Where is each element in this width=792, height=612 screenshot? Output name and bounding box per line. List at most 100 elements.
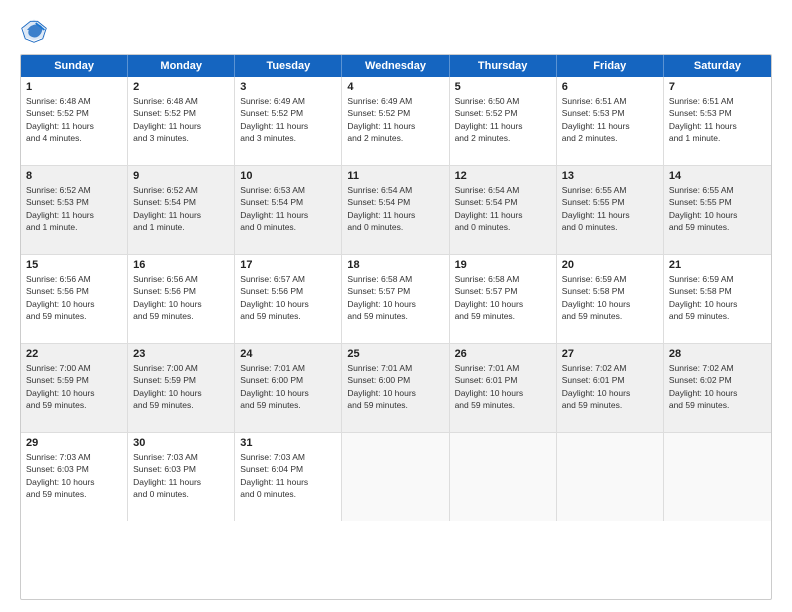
day-cell-31: 31 Sunrise: 7:03 AMSunset: 6:04 PMDayligh…	[235, 433, 342, 521]
day-info: Sunrise: 7:01 AMSunset: 6:00 PMDaylight:…	[347, 362, 443, 411]
calendar-body: 1 Sunrise: 6:48 AMSunset: 5:52 PMDaylight…	[21, 77, 771, 521]
day-info: Sunrise: 6:53 AMSunset: 5:54 PMDaylight:…	[240, 184, 336, 233]
week-row-1: 1 Sunrise: 6:48 AMSunset: 5:52 PMDaylight…	[21, 77, 771, 166]
day-info: Sunrise: 6:48 AMSunset: 5:52 PMDaylight:…	[26, 95, 122, 144]
day-cell-28: 28 Sunrise: 7:02 AMSunset: 6:02 PMDayligh…	[664, 344, 771, 432]
header-day-friday: Friday	[557, 55, 664, 77]
day-cell-6: 6Sunrise: 6:51 AMSunset: 5:53 PMDaylight…	[557, 77, 664, 165]
day-info: Sunrise: 6:52 AMSunset: 5:53 PMDaylight:…	[26, 184, 122, 233]
day-cell-1: 1 Sunrise: 6:48 AMSunset: 5:52 PMDaylight…	[21, 77, 128, 165]
day-info: Sunrise: 7:02 AMSunset: 6:02 PMDaylight:…	[669, 362, 766, 411]
day-cell-13: 13 Sunrise: 6:55 AMSunset: 5:55 PMDayligh…	[557, 166, 664, 254]
day-cell-27: 27Sunrise: 7:02 AMSunset: 6:01 PMDayligh…	[557, 344, 664, 432]
day-info: Sunrise: 6:48 AMSunset: 5:52 PMDaylight:…	[133, 95, 229, 144]
day-number: 12	[455, 170, 551, 182]
day-info: Sunrise: 6:56 AMSunset: 5:56 PMDaylight:…	[26, 273, 122, 322]
day-cell-19: 19Sunrise: 6:58 AMSunset: 5:57 PMDayligh…	[450, 255, 557, 343]
day-number: 18	[347, 259, 443, 271]
calendar: SundayMondayTuesdayWednesdayThursdayFrid…	[20, 54, 772, 600]
day-cell-24: 24 Sunrise: 7:01 AMSunset: 6:00 PMDayligh…	[235, 344, 342, 432]
day-info: Sunrise: 6:51 AMSunset: 5:53 PMDaylight:…	[562, 95, 658, 144]
day-cell-21: 21 Sunrise: 6:59 AMSunset: 5:58 PMDayligh…	[664, 255, 771, 343]
header-day-tuesday: Tuesday	[235, 55, 342, 77]
day-number: 29	[26, 437, 122, 449]
day-cell-5: 5 Sunrise: 6:50 AMSunset: 5:52 PMDaylight…	[450, 77, 557, 165]
logo	[20, 16, 52, 44]
day-cell-12: 12 Sunrise: 6:54 AMSunset: 5:54 PMDayligh…	[450, 166, 557, 254]
day-info: Sunrise: 6:54 AMSunset: 5:54 PMDaylight:…	[455, 184, 551, 233]
week-row-2: 8 Sunrise: 6:52 AMSunset: 5:53 PMDaylight…	[21, 166, 771, 255]
day-cell-18: 18Sunrise: 6:58 AMSunset: 5:57 PMDayligh…	[342, 255, 449, 343]
day-cell-17: 17 Sunrise: 6:57 AMSunset: 5:56 PMDayligh…	[235, 255, 342, 343]
day-number: 23	[133, 348, 229, 360]
day-number: 11	[347, 170, 443, 182]
page: SundayMondayTuesdayWednesdayThursdayFrid…	[0, 0, 792, 612]
day-cell-26: 26Sunrise: 7:01 AMSunset: 6:01 PMDayligh…	[450, 344, 557, 432]
day-number: 2	[133, 81, 229, 93]
day-info: Sunrise: 7:01 AMSunset: 6:01 PMDaylight:…	[455, 362, 551, 411]
day-number: 31	[240, 437, 336, 449]
week-row-3: 15 Sunrise: 6:56 AMSunset: 5:56 PMDayligh…	[21, 255, 771, 344]
day-cell-8: 8 Sunrise: 6:52 AMSunset: 5:53 PMDaylight…	[21, 166, 128, 254]
day-number: 28	[669, 348, 766, 360]
day-number: 9	[133, 170, 229, 182]
day-info: Sunrise: 6:55 AMSunset: 5:55 PMDaylight:…	[669, 184, 766, 233]
empty-cell	[342, 433, 449, 521]
day-info: Sunrise: 7:00 AMSunset: 5:59 PMDaylight:…	[26, 362, 122, 411]
day-number: 24	[240, 348, 336, 360]
day-number: 21	[669, 259, 766, 271]
day-cell-22: 22Sunrise: 7:00 AMSunset: 5:59 PMDayligh…	[21, 344, 128, 432]
week-row-5: 29 Sunrise: 7:03 AMSunset: 6:03 PMDayligh…	[21, 433, 771, 521]
day-info: Sunrise: 6:59 AMSunset: 5:58 PMDaylight:…	[669, 273, 766, 322]
day-number: 5	[455, 81, 551, 93]
day-number: 13	[562, 170, 658, 182]
day-cell-16: 16 Sunrise: 6:56 AMSunset: 5:56 PMDayligh…	[128, 255, 235, 343]
day-info: Sunrise: 6:58 AMSunset: 5:57 PMDaylight:…	[455, 273, 551, 322]
day-cell-4: 4 Sunrise: 6:49 AMSunset: 5:52 PMDaylight…	[342, 77, 449, 165]
day-info: Sunrise: 6:57 AMSunset: 5:56 PMDaylight:…	[240, 273, 336, 322]
day-info: Sunrise: 6:51 AMSunset: 5:53 PMDaylight:…	[669, 95, 766, 144]
header	[20, 16, 772, 44]
day-cell-15: 15 Sunrise: 6:56 AMSunset: 5:56 PMDayligh…	[21, 255, 128, 343]
day-info: Sunrise: 6:49 AMSunset: 5:52 PMDaylight:…	[347, 95, 443, 144]
day-info: Sunrise: 7:01 AMSunset: 6:00 PMDaylight:…	[240, 362, 336, 411]
day-number: 8	[26, 170, 122, 182]
empty-cell	[450, 433, 557, 521]
day-info: Sunrise: 6:55 AMSunset: 5:55 PMDaylight:…	[562, 184, 658, 233]
day-info: Sunrise: 7:00 AMSunset: 5:59 PMDaylight:…	[133, 362, 229, 411]
day-number: 10	[240, 170, 336, 182]
day-number: 27	[562, 348, 658, 360]
day-cell-25: 25 Sunrise: 7:01 AMSunset: 6:00 PMDayligh…	[342, 344, 449, 432]
day-info: Sunrise: 6:56 AMSunset: 5:56 PMDaylight:…	[133, 273, 229, 322]
day-cell-23: 23 Sunrise: 7:00 AMSunset: 5:59 PMDayligh…	[128, 344, 235, 432]
day-number: 3	[240, 81, 336, 93]
header-day-wednesday: Wednesday	[342, 55, 449, 77]
day-cell-20: 20 Sunrise: 6:59 AMSunset: 5:58 PMDayligh…	[557, 255, 664, 343]
day-cell-29: 29 Sunrise: 7:03 AMSunset: 6:03 PMDayligh…	[21, 433, 128, 521]
day-cell-3: 3Sunrise: 6:49 AMSunset: 5:52 PMDaylight…	[235, 77, 342, 165]
day-cell-10: 10 Sunrise: 6:53 AMSunset: 5:54 PMDayligh…	[235, 166, 342, 254]
day-cell-7: 7Sunrise: 6:51 AMSunset: 5:53 PMDaylight…	[664, 77, 771, 165]
day-number: 15	[26, 259, 122, 271]
day-number: 14	[669, 170, 766, 182]
day-info: Sunrise: 6:54 AMSunset: 5:54 PMDaylight:…	[347, 184, 443, 233]
day-number: 20	[562, 259, 658, 271]
day-number: 16	[133, 259, 229, 271]
day-cell-2: 2 Sunrise: 6:48 AMSunset: 5:52 PMDaylight…	[128, 77, 235, 165]
header-day-monday: Monday	[128, 55, 235, 77]
day-info: Sunrise: 7:03 AMSunset: 6:04 PMDaylight:…	[240, 451, 336, 500]
day-info: Sunrise: 6:50 AMSunset: 5:52 PMDaylight:…	[455, 95, 551, 144]
day-info: Sunrise: 7:03 AMSunset: 6:03 PMDaylight:…	[133, 451, 229, 500]
day-info: Sunrise: 6:59 AMSunset: 5:58 PMDaylight:…	[562, 273, 658, 322]
week-row-4: 22Sunrise: 7:00 AMSunset: 5:59 PMDayligh…	[21, 344, 771, 433]
day-number: 30	[133, 437, 229, 449]
day-info: Sunrise: 7:03 AMSunset: 6:03 PMDaylight:…	[26, 451, 122, 500]
header-day-thursday: Thursday	[450, 55, 557, 77]
day-number: 1	[26, 81, 122, 93]
calendar-header: SundayMondayTuesdayWednesdayThursdayFrid…	[21, 55, 771, 77]
day-cell-11: 11 Sunrise: 6:54 AMSunset: 5:54 PMDayligh…	[342, 166, 449, 254]
day-number: 17	[240, 259, 336, 271]
logo-icon	[20, 16, 48, 44]
day-number: 25	[347, 348, 443, 360]
day-number: 4	[347, 81, 443, 93]
